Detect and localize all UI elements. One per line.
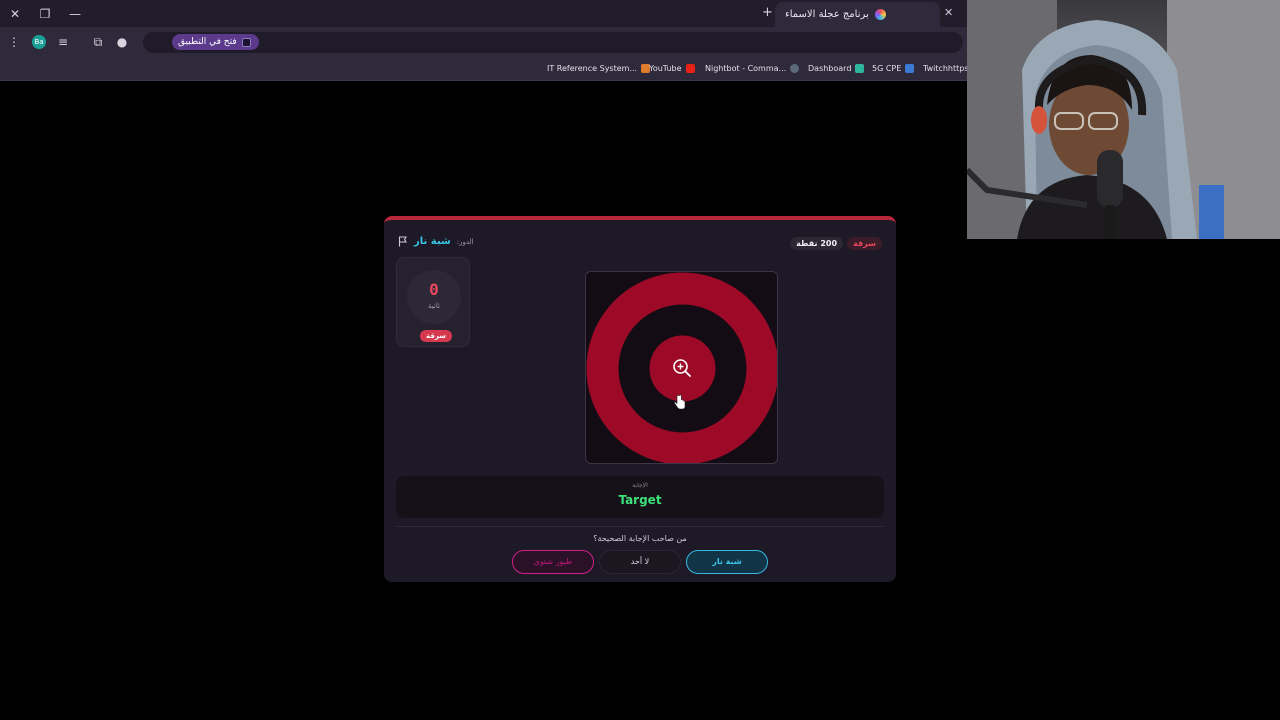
bookmark-item[interactable]: 5G CPE xyxy=(872,61,915,75)
points-badge: 200 نقطة xyxy=(790,237,844,250)
new-tab-icon[interactable]: + xyxy=(762,5,773,20)
bookmark-item[interactable]: Nightbot - Comma... xyxy=(705,61,800,75)
minimize-window-icon[interactable]: — xyxy=(66,5,84,23)
team-cyan-button[interactable]: شبة نار xyxy=(686,550,768,574)
open-in-app-label: فتح في التطبيق xyxy=(178,37,237,47)
youtube-icon xyxy=(685,63,695,73)
question-card: الدور: شبة نار سرقة 200 نقطة 0 ثانية سرق… xyxy=(384,216,896,582)
timer-circle: 0 ثانية xyxy=(407,270,461,324)
divider xyxy=(396,526,884,527)
webcam-feed-image xyxy=(967,0,1280,239)
timer-value: 0 xyxy=(429,280,439,299)
category-badge: سرقة xyxy=(847,237,882,250)
answer-text: Target xyxy=(618,493,662,507)
media-controls-icon[interactable]: ≡ xyxy=(55,34,71,50)
timer-unit: ثانية xyxy=(428,302,440,310)
team-pink-button[interactable]: طيور شتوي xyxy=(512,550,594,574)
profile-avatar[interactable]: Ba xyxy=(32,35,46,49)
tab-active[interactable]: برنامج عجلة الاسماء xyxy=(775,2,940,27)
bookmark-favicon-icon xyxy=(790,63,800,73)
bookmark-favicon-icon xyxy=(905,63,915,73)
question-image[interactable] xyxy=(585,271,778,464)
bookmark-item[interactable]: Dashboard xyxy=(808,61,865,75)
winner-question: من صاحب الإجابة الصحيحة؟ xyxy=(593,534,687,543)
webcam-overlay xyxy=(967,0,1280,239)
current-player-name: شبة نار xyxy=(414,236,451,247)
bookmark-item[interactable]: YouTube xyxy=(649,61,695,75)
flag-icon[interactable] xyxy=(398,236,408,247)
bookmark-favicon-icon xyxy=(855,63,865,73)
timer-panel: 0 ثانية سرقة xyxy=(396,257,470,347)
open-in-app-button[interactable]: فتح في التطبيق xyxy=(172,34,259,50)
tab-title: برنامج عجلة الاسماء xyxy=(785,9,869,20)
no-one-button[interactable]: لا أحد xyxy=(599,550,681,574)
turn-label: الدور: xyxy=(456,237,474,246)
app-icon xyxy=(241,37,251,47)
bookmark-item[interactable]: IT Reference System... xyxy=(547,61,651,75)
question-badges: سرقة 200 نقطة xyxy=(790,237,882,250)
answer-panel: الإجابة Target xyxy=(396,476,884,518)
restore-window-icon[interactable]: ❐ xyxy=(36,5,54,23)
answer-label: الإجابة xyxy=(632,482,648,489)
turn-indicator: الدور: شبة نار xyxy=(398,236,474,247)
chat-icon[interactable]: ● xyxy=(114,34,130,50)
address-bar[interactable] xyxy=(143,32,963,53)
tab-favicon-icon xyxy=(874,9,886,20)
menu-kebab-icon[interactable]: ⋮ xyxy=(6,34,22,50)
timer-status-badge: سرقة xyxy=(420,330,453,342)
extensions-icon[interactable]: ⧉ xyxy=(90,34,106,50)
hand-cursor-icon xyxy=(674,394,686,410)
zoom-in-icon[interactable] xyxy=(670,356,694,380)
close-tab-icon[interactable]: ✕ xyxy=(944,6,953,19)
close-window-icon[interactable]: ✕ xyxy=(6,5,24,23)
